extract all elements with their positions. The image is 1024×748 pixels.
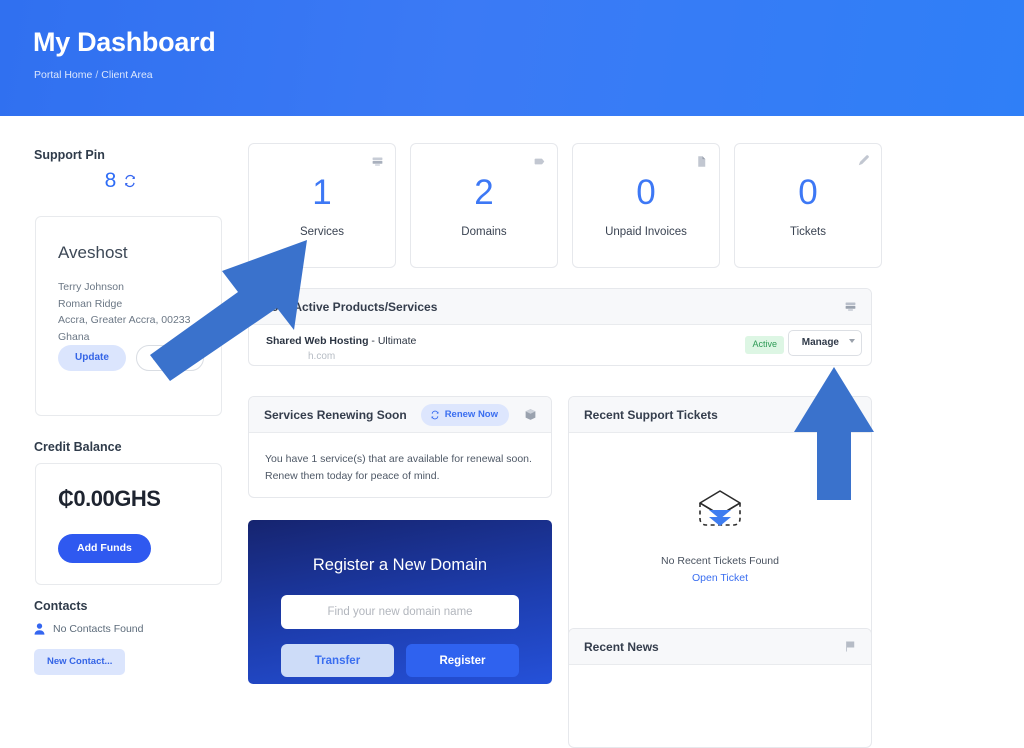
address-line: Ghana: [58, 330, 90, 343]
ticket-icon: [845, 408, 856, 419]
recent-tickets-empty-state: No Recent Tickets Found Open Ticket: [569, 433, 871, 586]
stat-value: 2: [474, 173, 494, 212]
support-pin-row: 8: [34, 170, 208, 191]
product-plan: - Ultimate: [371, 335, 417, 347]
recent-news-header: Recent News: [569, 629, 871, 665]
renewing-body-text: You have 1 service(s) that are available…: [265, 453, 532, 482]
flag-icon: [846, 641, 855, 652]
register-domain-panel: Register a New Domain Transfer Register: [248, 520, 552, 684]
profile-card: Aveshost Terry Johnson Roman Ridge Accra…: [35, 216, 222, 416]
stat-card-domains[interactable]: 2 Domains: [410, 143, 558, 268]
recent-news-panel: Recent News: [568, 628, 872, 748]
profile-actions: Update Logout: [58, 345, 204, 371]
status-badge: Active: [745, 336, 784, 354]
domain-search-input[interactable]: [281, 595, 519, 629]
credit-balance-amount: ₵0.00GHS: [58, 486, 161, 511]
breadcrumb: Portal Home / Client Area: [34, 69, 153, 81]
transfer-button[interactable]: Transfer: [281, 644, 394, 677]
stat-value: 0: [636, 173, 656, 212]
credit-balance-heading: Credit Balance: [34, 440, 122, 454]
panel-title: Services Renewing Soon: [264, 407, 407, 422]
stat-label: Domains: [461, 226, 507, 238]
services-renewing-panel: Services Renewing Soon Renew Now You hav…: [248, 396, 552, 498]
manage-button[interactable]: Manage: [787, 330, 862, 356]
chevron-down-icon[interactable]: [849, 339, 855, 343]
stat-card-unpaid-invoices[interactable]: 0 Unpaid Invoices: [572, 143, 720, 268]
contacts-heading: Contacts: [34, 599, 88, 613]
address-line: Terry Johnson: [58, 281, 124, 293]
new-contact-button[interactable]: New Contact...: [34, 649, 126, 675]
box-icon: [525, 409, 536, 420]
panel-title: Your Active Products/Services: [264, 299, 438, 314]
table-row: Shared Web Hosting - Ultimate h.com Acti…: [249, 325, 871, 365]
stat-label: Services: [299, 226, 345, 238]
stat-cards-row: 1 Services 2 Domains 0 Unpaid Invoices 0…: [248, 143, 882, 268]
add-funds-button[interactable]: Add Funds: [58, 534, 151, 563]
address-line: Accra, Greater Accra, 00233: [58, 314, 191, 326]
main-content: 1 Services 2 Domains 0 Unpaid Invoices 0…: [248, 116, 1024, 748]
recent-tickets-header: Recent Support Tickets: [569, 397, 871, 433]
page-title: My Dashboard: [33, 27, 216, 57]
contacts-empty-text: No Contacts Found: [53, 623, 144, 635]
person-icon: [34, 623, 45, 635]
stat-value: 0: [798, 173, 818, 212]
active-products-panel: Your Active Products/Services Shared Web…: [248, 288, 872, 366]
account-name: Aveshost: [58, 243, 128, 262]
empty-inbox-icon: [699, 490, 741, 526]
contacts-empty-state: No Contacts Found: [34, 623, 143, 635]
ticket-icon: [858, 155, 869, 166]
breadcrumb-portal-home[interactable]: Portal Home: [34, 69, 92, 81]
stat-value: 1: [312, 173, 332, 212]
address-line: Roman Ridge: [58, 297, 123, 310]
panel-title: Recent Support Tickets: [584, 407, 718, 422]
breadcrumb-separator: /: [95, 69, 99, 81]
support-pin-value: 8: [104, 169, 117, 192]
stat-label: Unpaid Invoices: [605, 226, 687, 238]
server-icon: [845, 302, 856, 311]
account-address: Terry Johnson Roman Ridge Accra, Greater…: [58, 279, 218, 345]
page-header: My Dashboard Portal Home / Client Area: [0, 0, 1024, 116]
stat-card-tickets[interactable]: 0 Tickets: [734, 143, 882, 268]
refresh-icon: [431, 410, 439, 420]
server-icon: [372, 157, 383, 166]
tag-icon: [534, 158, 545, 165]
breadcrumb-client-area: Client Area: [101, 69, 153, 81]
product-title: Shared Web Hosting: [266, 335, 369, 347]
stat-card-services[interactable]: 1 Services: [248, 143, 396, 268]
refresh-icon[interactable]: [123, 174, 137, 188]
domain-action-buttons: Transfer Register: [248, 644, 552, 677]
renew-now-button[interactable]: Renew Now: [420, 404, 509, 426]
services-renewing-header: Services Renewing Soon Renew Now: [249, 397, 551, 433]
sidebar: Support Pin 8 Aveshost Terry Johnson Rom…: [0, 116, 248, 684]
active-products-header: Your Active Products/Services: [249, 289, 871, 325]
register-domain-title: Register a New Domain: [312, 556, 488, 574]
stat-label: Tickets: [790, 226, 826, 238]
register-button[interactable]: Register: [406, 644, 519, 677]
support-pin-heading: Support Pin: [34, 148, 105, 162]
open-ticket-link[interactable]: Open Ticket: [692, 572, 748, 584]
panel-title: Recent News: [584, 639, 659, 654]
tickets-empty-text: No Recent Tickets Found: [661, 555, 779, 567]
credit-balance-card: ₵0.00GHS Add Funds: [35, 463, 222, 585]
document-icon: [698, 156, 706, 167]
logout-button[interactable]: Logout: [135, 345, 204, 371]
update-button[interactable]: Update: [58, 345, 126, 371]
renew-now-label: Renew Now: [444, 409, 498, 421]
